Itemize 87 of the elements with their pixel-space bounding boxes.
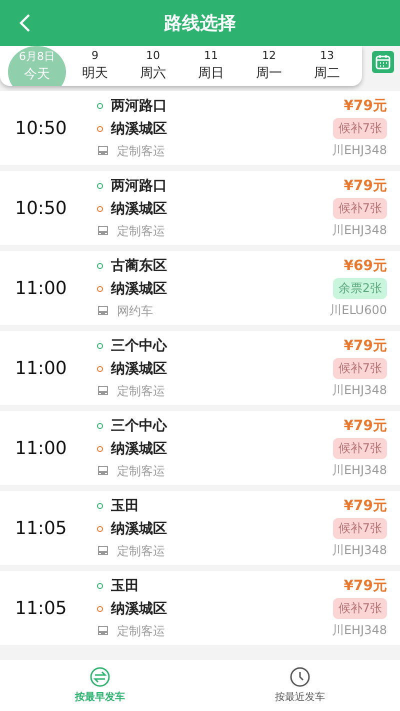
origin-dot-icon [97, 422, 103, 428]
service-type: 定制客运 [117, 222, 165, 240]
ticket-badge: 候补7张 [333, 358, 387, 379]
departure-time: 11:00 [15, 438, 68, 458]
bus-icon [97, 546, 109, 556]
destination-stop: 纳溪城区 [111, 120, 167, 138]
origin-stop: 玉田 [111, 496, 139, 514]
departure-time: 10:50 [15, 198, 68, 218]
service-type: 定制客运 [117, 142, 165, 160]
swap-icon [90, 667, 110, 687]
destination-dot-icon [97, 526, 103, 532]
destination-dot-icon [97, 286, 103, 292]
destination-dot-icon [97, 126, 103, 132]
date-tab[interactable]: 13 周二 [298, 46, 356, 86]
service-type: 定制客运 [117, 382, 165, 400]
trip-card[interactable]: 10:50 两河路口 纳溪城区 定制客运 ¥79元 候补7张 川EHJ348 [0, 91, 400, 165]
ticket-badge: 余票2张 [333, 278, 387, 299]
destination-stop: 纳溪城区 [111, 200, 167, 218]
bus-icon [97, 386, 109, 396]
bus-icon [97, 306, 109, 316]
departure-time: 11:05 [15, 598, 68, 618]
price: ¥79元 [344, 417, 387, 435]
ticket-badge: 候补7张 [333, 598, 387, 619]
service-type: 定制客运 [117, 462, 165, 480]
origin-stop: 两河路口 [111, 176, 167, 194]
trip-card[interactable]: 11:05 玉田 纳溪城区 定制客运 ¥79元 候补7张 川EHJ348 [0, 491, 400, 565]
plate-number: 川ELU600 [330, 302, 387, 319]
origin-dot-icon [97, 502, 103, 508]
trip-card[interactable]: 11:00 三个中心 纳溪城区 定制客运 ¥79元 候补7张 川EHJ348 [0, 411, 400, 485]
plate-number: 川EHJ348 [332, 622, 387, 639]
origin-stop: 三个中心 [111, 416, 167, 434]
departure-time: 11:00 [15, 358, 68, 378]
plate-number: 川EHJ348 [332, 142, 387, 159]
trip-card[interactable]: 11:00 古蔺东区 纳溪城区 网约车 ¥69元 余票2张 川ELU600 [0, 251, 400, 325]
date-tab[interactable]: 9 明天 [66, 46, 124, 86]
plate-number: 川EHJ348 [332, 222, 387, 239]
calendar-button[interactable] [372, 51, 394, 73]
origin-stop: 两河路口 [111, 96, 167, 114]
service-type: 网约车 [117, 302, 153, 320]
destination-stop: 纳溪城区 [111, 360, 167, 378]
bus-icon [97, 466, 109, 476]
origin-stop: 玉田 [111, 576, 139, 594]
origin-dot-icon [97, 262, 103, 268]
origin-dot-icon [97, 182, 103, 188]
date-tab[interactable]: 11 周日 [182, 46, 240, 86]
price: ¥79元 [344, 177, 387, 195]
destination-stop: 纳溪城区 [111, 600, 167, 618]
origin-dot-icon [97, 582, 103, 588]
destination-dot-icon [97, 446, 103, 452]
destination-dot-icon [97, 366, 103, 372]
departure-time: 10:50 [15, 118, 68, 138]
price: ¥79元 [344, 337, 387, 355]
date-tab[interactable]: 10 周六 [124, 46, 182, 86]
price: ¥79元 [344, 577, 387, 595]
ticket-badge: 候补7张 [333, 118, 387, 139]
destination-dot-icon [97, 206, 103, 212]
ticket-badge: 候补7张 [333, 518, 387, 539]
bus-icon [97, 146, 109, 156]
bus-icon [97, 626, 109, 636]
price: ¥79元 [344, 97, 387, 115]
date-tab[interactable]: 12 周一 [240, 46, 298, 86]
trip-card[interactable]: 11:00 三个中心 纳溪城区 定制客运 ¥79元 候补7张 川EHJ348 [0, 331, 400, 405]
price: ¥79元 [344, 497, 387, 515]
origin-stop: 三个中心 [111, 336, 167, 354]
service-type: 定制客运 [117, 622, 165, 640]
destination-stop: 纳溪城区 [111, 280, 167, 298]
destination-stop: 纳溪城区 [111, 440, 167, 458]
departure-time: 11:00 [15, 278, 68, 298]
destination-stop: 纳溪城区 [111, 520, 167, 538]
trip-card[interactable]: 10:50 两河路口 纳溪城区 定制客运 ¥79元 候补7张 川EHJ348 [0, 171, 400, 245]
ticket-badge: 候补7张 [333, 438, 387, 459]
page-title: 路线选择 [164, 12, 236, 35]
plate-number: 川EHJ348 [332, 542, 387, 559]
sort-tab[interactable]: 按最近发车 [200, 660, 400, 711]
destination-dot-icon [97, 606, 103, 612]
ticket-badge: 候补7张 [333, 198, 387, 219]
plate-number: 川EHJ348 [332, 462, 387, 479]
service-type: 定制客运 [117, 542, 165, 560]
trip-card[interactable]: 11:05 玉田 纳溪城区 定制客运 ¥79元 候补7张 川EHJ348 [0, 571, 400, 645]
bus-icon [97, 226, 109, 236]
origin-stop: 古蔺东区 [111, 256, 167, 274]
departure-time: 11:05 [15, 518, 68, 538]
origin-dot-icon [97, 102, 103, 108]
plate-number: 川EHJ348 [332, 382, 387, 399]
price: ¥69元 [344, 257, 387, 275]
clock-icon [290, 667, 310, 687]
origin-dot-icon [97, 342, 103, 348]
